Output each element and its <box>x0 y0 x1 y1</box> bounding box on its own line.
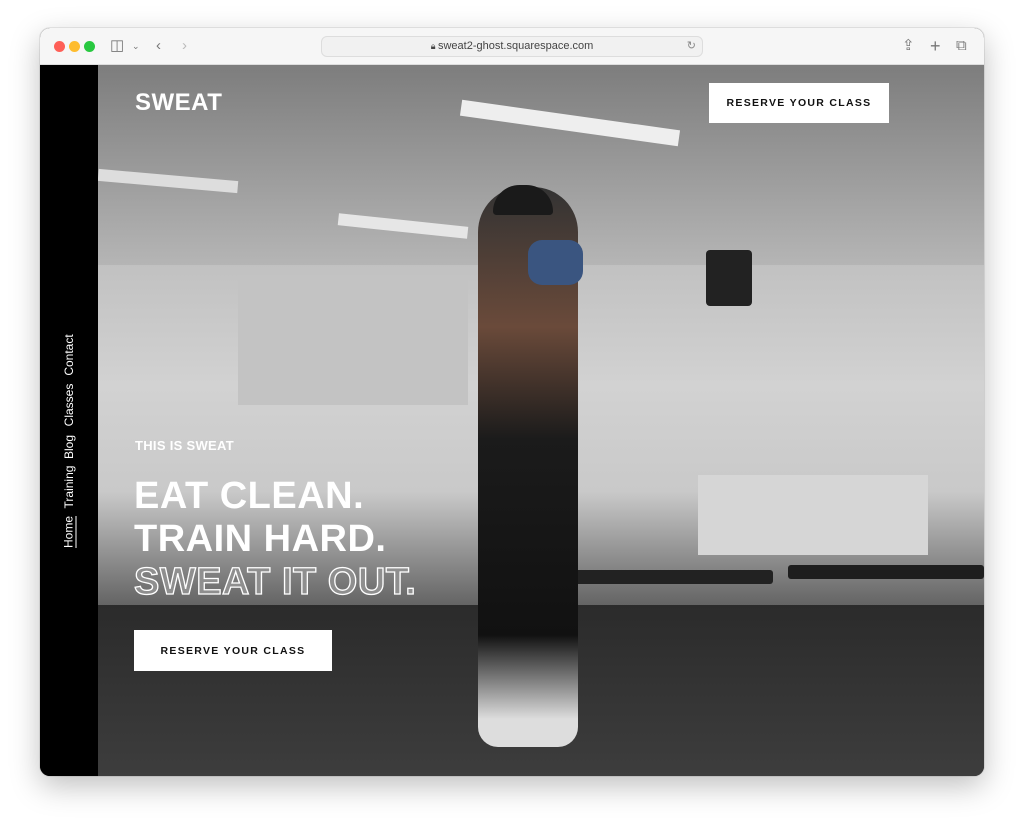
hero-headline-line2: TRAIN HARD. <box>134 518 387 560</box>
new-tab-icon[interactable]: + <box>930 36 941 56</box>
forward-icon[interactable]: › <box>182 36 187 56</box>
bench <box>788 565 984 579</box>
chevron-down-icon[interactable]: ⌄ <box>132 36 140 56</box>
share-icon[interactable]: ⇪ <box>902 36 915 56</box>
tabs-overview-icon[interactable]: ⧉ <box>956 36 967 56</box>
site-logo[interactable]: SWEAT <box>135 89 222 117</box>
wall-mirror <box>238 275 468 405</box>
punching-bag <box>706 250 752 306</box>
nav-training[interactable]: Training <box>62 466 76 509</box>
hero-headline-line1: EAT CLEAN. <box>134 475 365 517</box>
zoom-window-button[interactable] <box>84 41 95 52</box>
lock-icon: 🔒︎ <box>430 41 438 51</box>
header-reserve-button[interactable]: RESERVE YOUR CLASS <box>709 83 889 123</box>
nav-classes[interactable]: Classes <box>62 384 76 427</box>
close-window-button[interactable] <box>54 41 65 52</box>
hero-headline-line3: SWEAT IT OUT. <box>133 560 417 603</box>
wall-sign <box>698 475 928 555</box>
reload-icon[interactable]: ↻ <box>687 37 696 56</box>
nav-contact[interactable]: Contact <box>62 334 76 375</box>
minimize-window-button[interactable] <box>69 41 80 52</box>
sidebar-toggle-icon[interactable]: ◫ <box>110 36 124 56</box>
back-icon[interactable]: ‹ <box>156 36 161 56</box>
browser-window: ◫ ⌄ ‹ › 🔒︎ sweat2-ghost.squarespace.com … <box>40 28 984 776</box>
nav-home[interactable]: Home <box>61 515 77 549</box>
address-bar[interactable]: 🔒︎ sweat2-ghost.squarespace.com ↻ <box>321 36 703 57</box>
hero-kicker: THIS IS SWEAT <box>135 438 234 453</box>
browser-toolbar: ◫ ⌄ ‹ › 🔒︎ sweat2-ghost.squarespace.com … <box>40 28 984 65</box>
hero-reserve-button[interactable]: RESERVE YOUR CLASS <box>134 630 332 671</box>
nav-blog[interactable]: Blog <box>62 435 76 459</box>
url-text: sweat2-ghost.squarespace.com <box>437 40 594 52</box>
hero-section: SWEAT RESERVE YOUR CLASS THIS IS SWEAT E… <box>98 65 984 776</box>
vertical-nav: Home Training Blog Classes Contact <box>40 65 98 776</box>
boxing-gloves <box>528 240 583 285</box>
